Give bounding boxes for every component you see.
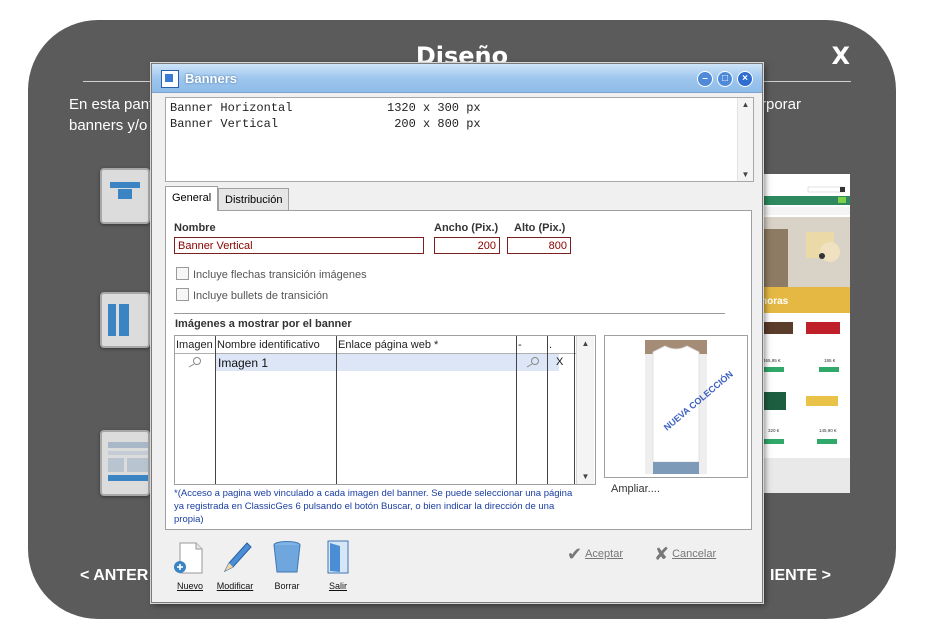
grid-scroll-up-icon[interactable]: ▲ [577,339,594,348]
preview-price-1: 465,95 € [763,358,781,363]
minimize-icon: – [702,73,708,84]
images-section-title: Imágenes a mostrar por el banner [175,318,352,330]
cancel-button[interactable]: ✘ Cancelar [654,544,716,565]
new-document-icon [174,542,203,574]
width-label: Ancho (Pix.) [434,222,499,234]
checkbox-box [176,267,189,280]
zoom-link[interactable]: Ampliar.... [611,483,660,495]
layout-horizontal-button[interactable] [100,168,150,224]
next-button[interactable]: IENTE > [770,567,831,585]
list-item[interactable]: Banner Horizontal 1320 x 300 px [170,101,481,115]
preview-price-2: 195 € [824,358,836,363]
preview-price-4: 145,90 € [819,428,837,433]
grid-col-line [336,336,337,484]
tab-general[interactable]: General [165,186,219,211]
previous-button[interactable]: < ANTER [80,567,148,585]
layout-full-icon [108,442,148,481]
exit-button[interactable]: Salir [316,539,360,591]
delete-button-label: Borrar [274,581,300,591]
layout-full-button[interactable] [100,430,150,496]
banner-name: Banner Vertical [170,117,279,131]
col-header-delete[interactable]: . [549,339,552,351]
banner-size: 200 x 800 px [387,117,481,131]
grid-col-line [215,336,216,484]
layout-horizontal-icon [110,182,140,199]
minimize-button[interactable]: – [697,71,713,87]
layout-vertical-button[interactable] [100,292,150,348]
scroll-up-icon[interactable]: ▲ [738,100,753,109]
row-delete-button[interactable]: X [556,356,563,368]
grid-col-line [516,336,517,484]
image-search-icon[interactable] [187,356,203,368]
dialog-titlebar[interactable]: Banners – □ × [152,64,762,93]
new-button-label: Nuevo [176,581,203,591]
scroll-down-icon[interactable]: ▼ [738,170,753,179]
list-item[interactable]: Banner Vertical 200 x 800 px [170,117,481,131]
layout-vertical-icon [108,304,129,336]
cancel-x-icon: ✘ [654,544,670,564]
tab-distribution[interactable]: Distribución [218,188,290,211]
overlay-close-button[interactable]: X [831,42,850,70]
delete-button[interactable]: Borrar [265,539,309,591]
col-header-search[interactable]: - [518,339,522,351]
checkmark-icon: ✔ [567,544,583,564]
preview-price-3: 320 € [768,428,780,433]
accept-button-label: Aceptar [585,548,624,560]
edit-button-label: Modificar [216,581,254,591]
height-field[interactable]: 800 [507,237,571,254]
app-icon [161,70,179,88]
link-note: *(Acceso a pagina web vinculado a cada i… [174,488,573,525]
arrows-checkbox-label: Incluye flechas transición imágenes [193,269,367,281]
general-panel: Nombre Ancho (Pix.) Alto (Pix.) Banner V… [165,210,752,530]
website-preview-mockup: horas 465,95 € 195 € 320 € 145,90 € [758,174,850,493]
image-name-cell[interactable]: Imagen 1 [218,356,268,370]
preview-banner-text: horas [761,296,789,307]
website-preview: horas 465,95 € 195 € 320 € 145,90 € [758,174,850,493]
banner-name: Banner Horizontal [170,101,293,115]
grid-scroll-down-icon[interactable]: ▼ [577,472,594,481]
close-button[interactable]: × [737,71,753,87]
name-field[interactable]: Banner Vertical [174,237,424,254]
grid-col-line [547,336,548,484]
new-button[interactable]: Nuevo [168,539,212,591]
image-thumbnail: NUEVA COLECCIÓN [604,335,748,478]
col-header-link[interactable]: Enlace página web * [338,339,438,351]
exit-door-icon [327,540,349,574]
banners-list[interactable]: Banner Horizontal 1320 x 300 px Banner Ve… [165,97,754,182]
col-header-image[interactable]: Imagen [176,339,213,351]
name-label: Nombre [174,222,216,234]
list-scrollbar[interactable]: ▲ ▼ [737,98,753,181]
col-header-name[interactable]: Nombre identificativo [217,339,320,351]
dialog-title: Banners [185,71,238,86]
tshirt-image: NUEVA COLECCIÓN [645,340,735,474]
arrows-checkbox[interactable]: Incluye flechas transición imágenes [176,267,367,281]
width-field[interactable]: 200 [434,237,500,254]
banners-dialog: Banners – □ × Banner Horizontal 1320 x 30… [151,63,763,603]
grid-scrollbar[interactable]: ▲ ▼ [576,336,594,484]
edit-button[interactable]: Modificar [213,539,257,591]
link-search-icon[interactable] [525,356,541,368]
banner-size: 1320 x 300 px [387,101,481,115]
checkbox-box [176,288,189,301]
cancel-button-label: Cancelar [672,548,717,560]
bullets-checkbox-label: Incluye bullets de transición [193,290,329,302]
maximize-icon: □ [721,73,729,84]
maximize-button[interactable]: □ [717,71,733,87]
exit-button-label: Salir [328,581,347,591]
height-label: Alto (Pix.) [514,222,566,234]
images-grid[interactable]: Imagen Nombre identificativo Enlace pági… [174,335,596,485]
accept-button[interactable]: ✔ Aceptar [567,544,623,565]
grid-col-line [574,336,575,484]
overlay-description-tail: rporar [761,96,802,113]
pencil-icon [223,542,252,573]
close-icon: × [742,73,748,84]
bullets-checkbox[interactable]: Incluye bullets de transición [176,288,328,302]
section-divider [174,313,725,314]
trash-icon [273,541,301,573]
